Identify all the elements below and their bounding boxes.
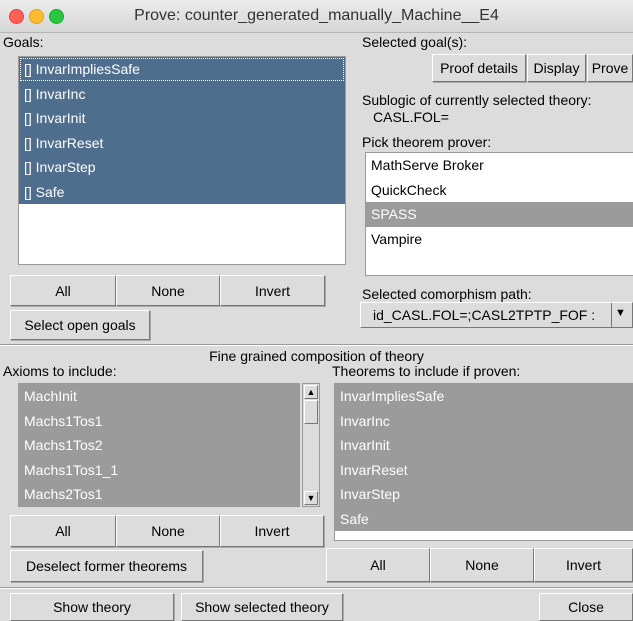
prover-item[interactable]: MathServe Broker: [366, 153, 633, 178]
title-bar: Prove: counter_generated_manually_Machin…: [0, 0, 633, 33]
axiom-item[interactable]: Machs2Tos1: [19, 482, 299, 506]
select-open-goals-button[interactable]: Select open goals: [10, 310, 150, 340]
goals-list[interactable]: [] InvarImpliesSafe [] InvarInc [] Invar…: [18, 56, 346, 265]
proof-details-button[interactable]: Proof details: [432, 54, 526, 82]
prover-item[interactable]: QuickCheck: [366, 178, 633, 203]
selected-goals-label: Selected goal(s):: [362, 34, 468, 50]
section-divider: [0, 344, 633, 346]
axiom-item[interactable]: MachInit: [19, 384, 299, 409]
bottom-divider: [0, 587, 633, 589]
composition-heading: Fine grained composition of theory: [209, 348, 424, 364]
window-title: Prove: counter_generated_manually_Machin…: [134, 7, 499, 24]
comorphism-select[interactable]: id_CASL.FOL=;CASL2TPTP_FOF : ▼: [360, 302, 633, 328]
theorems-none-button[interactable]: None: [430, 548, 534, 582]
prove-button[interactable]: Prove: [587, 54, 633, 82]
prove-window: Prove: counter_generated_manually_Machin…: [0, 0, 633, 621]
sublogic-value: CASL.FOL=: [373, 109, 449, 125]
prover-item-selected[interactable]: SPASS: [366, 202, 633, 227]
goals-invert-button[interactable]: Invert: [220, 275, 325, 306]
theorem-item[interactable]: InvarInc: [335, 408, 633, 433]
scroll-thumb[interactable]: [304, 400, 318, 424]
axioms-label: Axioms to include:: [3, 363, 117, 379]
axioms-invert-button[interactable]: Invert: [220, 515, 324, 547]
goal-item[interactable]: [] InvarReset: [19, 130, 345, 155]
combo-separator: [611, 303, 612, 327]
show-selected-theory-button[interactable]: Show selected theory: [181, 593, 343, 621]
goal-item[interactable]: [] Safe: [19, 179, 345, 204]
goals-label: Goals:: [3, 34, 44, 50]
show-theory-button[interactable]: Show theory: [10, 593, 174, 621]
close-button[interactable]: Close: [539, 593, 633, 621]
theorem-item[interactable]: Safe: [335, 506, 633, 531]
comorphism-label: Selected comorphism path:: [362, 286, 532, 302]
theorems-all-button[interactable]: All: [326, 548, 430, 582]
scroll-up-icon[interactable]: ▲: [304, 385, 318, 399]
chevron-down-icon[interactable]: ▼: [615, 307, 626, 319]
axioms-none-button[interactable]: None: [116, 515, 220, 547]
theorems-invert-button[interactable]: Invert: [534, 548, 633, 582]
goal-item[interactable]: [] InvarImpliesSafe: [19, 57, 345, 82]
goals-none-button[interactable]: None: [116, 275, 220, 306]
axioms-list[interactable]: MachInit Machs1Tos1 Machs1Tos2 Machs1Tos…: [18, 383, 300, 507]
theorems-label: Theorems to include if proven:: [332, 363, 521, 379]
deselect-former-theorems-button[interactable]: Deselect former theorems: [10, 550, 203, 582]
axiom-item[interactable]: Machs1Tos2: [19, 433, 299, 458]
goal-item[interactable]: [] InvarInc: [19, 81, 345, 106]
axioms-scrollbar[interactable]: ▲ ▼: [302, 383, 320, 507]
theorem-item[interactable]: InvarImpliesSafe: [335, 384, 633, 409]
goal-item[interactable]: [] InvarInit: [19, 106, 345, 131]
theorems-list[interactable]: InvarImpliesSafe InvarInc InvarInit Inva…: [334, 383, 633, 541]
comorphism-value: id_CASL.FOL=;CASL2TPTP_FOF :: [373, 307, 596, 323]
prover-label: Pick theorem prover:: [362, 134, 492, 150]
axiom-item[interactable]: Machs1Tos1_1: [19, 457, 299, 482]
axioms-all-button[interactable]: All: [10, 515, 116, 547]
theorem-item[interactable]: InvarInit: [335, 433, 633, 458]
axiom-item[interactable]: Machs1Tos1: [19, 408, 299, 433]
theorem-item[interactable]: InvarStep: [335, 482, 633, 507]
sublogic-label: Sublogic of currently selected theory:: [362, 92, 592, 108]
prover-list[interactable]: MathServe Broker QuickCheck SPASS Vampir…: [365, 152, 633, 276]
scroll-down-icon[interactable]: ▼: [304, 491, 318, 505]
goals-all-button[interactable]: All: [10, 275, 116, 306]
goal-item[interactable]: [] InvarStep: [19, 155, 345, 180]
display-button[interactable]: Display: [527, 54, 586, 82]
theorem-item[interactable]: InvarReset: [335, 457, 633, 482]
prover-item[interactable]: Vampire: [366, 227, 633, 252]
